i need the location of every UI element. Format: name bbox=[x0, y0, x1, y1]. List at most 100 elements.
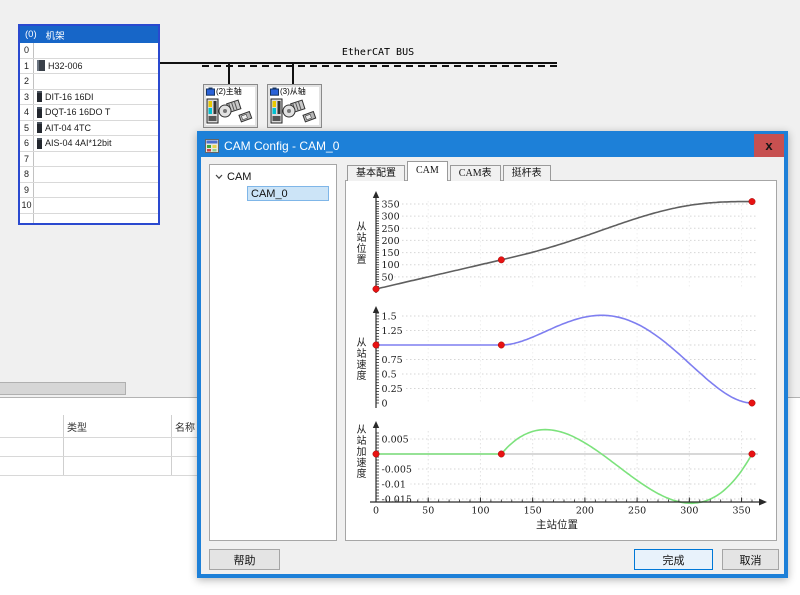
bus-line-dashes bbox=[202, 65, 557, 67]
rack-row-8[interactable]: 8 bbox=[20, 167, 158, 183]
rack-slot-content bbox=[34, 43, 158, 58]
bus-label: EtherCAT BUS bbox=[298, 47, 458, 58]
rack-slot-content bbox=[34, 198, 158, 213]
svg-text:1.25: 1.25 bbox=[382, 326, 403, 337]
svg-text:0.005: 0.005 bbox=[382, 435, 409, 446]
tab-tappet-table[interactable]: 挺杆表 bbox=[503, 165, 551, 181]
table-divider bbox=[171, 415, 172, 476]
svg-text:0.75: 0.75 bbox=[382, 355, 403, 366]
rack-row-9[interactable]: 9 bbox=[20, 183, 158, 199]
svg-text:100: 100 bbox=[382, 260, 400, 271]
rack-slot-content: H32-006 bbox=[34, 59, 158, 74]
finish-button[interactable]: 完成 bbox=[634, 549, 713, 570]
cam-table-icon bbox=[205, 139, 219, 153]
tab-cam-table[interactable]: CAM表 bbox=[450, 165, 501, 181]
rack-header[interactable]: (0) 机架 bbox=[20, 26, 158, 43]
svg-text:150: 150 bbox=[382, 248, 400, 259]
svg-text:200: 200 bbox=[382, 236, 400, 247]
rack-slot-content bbox=[34, 183, 158, 198]
close-button[interactable]: x bbox=[754, 134, 784, 157]
rack-slot-number: 6 bbox=[20, 136, 34, 151]
rack-row-5[interactable]: 5 AIT-04 4TC bbox=[20, 121, 158, 137]
device-label: (2)主轴 bbox=[216, 86, 242, 97]
svg-text:300: 300 bbox=[382, 212, 400, 223]
io-module-icon bbox=[37, 91, 42, 102]
tree-node-cam[interactable]: CAM bbox=[210, 168, 336, 185]
rack-slot-number: 0 bbox=[20, 43, 34, 58]
device-node-master-axis[interactable]: (2)主轴 bbox=[203, 84, 258, 128]
cam-chart-canvas[interactable]: 350300250200150100501.51.250.750.50.2500… bbox=[346, 181, 776, 540]
module-label: AIT-04 4TC bbox=[45, 123, 91, 133]
device-label: (3)从轴 bbox=[280, 86, 306, 97]
bus-drop-line bbox=[292, 63, 294, 85]
rack-slot-content bbox=[34, 74, 158, 89]
collapsed-toolbar[interactable] bbox=[0, 382, 126, 395]
tree-root-label: CAM bbox=[227, 171, 251, 183]
module-label: AIS-04 4AI*12bit bbox=[45, 138, 112, 148]
svg-text:-0.01: -0.01 bbox=[382, 480, 406, 491]
svg-text:1.5: 1.5 bbox=[382, 312, 397, 323]
io-module-icon bbox=[37, 122, 42, 133]
rack-slot-content bbox=[34, 214, 158, 224]
servo-drive-motor-icon bbox=[270, 97, 319, 125]
dialog-titlebar[interactable]: CAM Config - CAM_0 x bbox=[201, 135, 784, 157]
rack-slot-number: 10 bbox=[20, 198, 34, 213]
rack-slot-number: 8 bbox=[20, 167, 34, 182]
rack-row-6[interactable]: 6 AIS-04 4AI*12bit bbox=[20, 136, 158, 152]
rack-body: 01 H32-006 23DIT-16 16DI4 DQT-16 16DO T 5 AIT… bbox=[20, 43, 158, 223]
svg-text:50: 50 bbox=[382, 272, 394, 283]
table-divider bbox=[63, 415, 64, 476]
rack-title: 机架 bbox=[46, 28, 65, 42]
cancel-button[interactable]: 取消 bbox=[722, 549, 779, 570]
svg-text:250: 250 bbox=[628, 506, 646, 517]
cam-chart-panel: 350300250200150100501.51.250.750.50.2500… bbox=[345, 180, 777, 541]
rack-row-4[interactable]: 4 DQT-16 16DO T bbox=[20, 105, 158, 121]
rack-slot-content bbox=[34, 152, 158, 167]
dialog-body: CAM CAM_0 基本配置CAMCAM表挺杆表 350300250200150… bbox=[201, 157, 784, 574]
rack-row-1[interactable]: 1 H32-006 bbox=[20, 59, 158, 75]
tab-basic-config[interactable]: 基本配置 bbox=[347, 165, 405, 181]
rack-slot-number: 2 bbox=[20, 74, 34, 89]
module-label: DIT-16 16DI bbox=[45, 92, 94, 102]
rack-slot-content: DIT-16 16DI bbox=[34, 90, 158, 105]
rack-slot-id: (0) bbox=[25, 29, 37, 40]
help-button[interactable]: 帮助 bbox=[209, 549, 280, 570]
rack-row-2[interactable]: 2 bbox=[20, 74, 158, 90]
svg-text:0: 0 bbox=[373, 506, 379, 517]
rack-slot-number bbox=[20, 214, 34, 224]
io-module-icon bbox=[37, 138, 42, 149]
svg-text:200: 200 bbox=[576, 506, 594, 517]
svg-text:150: 150 bbox=[524, 506, 542, 517]
application-window: 类型 名称 (0) 机架 01H32-00623DIT-16 16DI4DQT-… bbox=[0, 0, 800, 595]
column-header-type[interactable]: 类型 bbox=[67, 419, 87, 434]
svg-text:250: 250 bbox=[382, 224, 400, 235]
bus-line bbox=[160, 62, 557, 64]
module-label: DQT-16 16DO T bbox=[45, 107, 110, 117]
svg-text:0.25: 0.25 bbox=[382, 384, 403, 395]
y-axis-label-position: 从站位置 bbox=[352, 221, 366, 265]
svg-text:300: 300 bbox=[680, 506, 698, 517]
rack-slot-number: 9 bbox=[20, 183, 34, 198]
rack-slot-number: 5 bbox=[20, 121, 34, 136]
cam-config-dialog: CAM Config - CAM_0 x CAM CAM_0 基本配置CAMCA… bbox=[197, 131, 788, 578]
rack-row-7[interactable]: 7 bbox=[20, 152, 158, 168]
rack-slot-number: 4 bbox=[20, 105, 34, 120]
rack-slot-content: AIT-04 4TC bbox=[34, 121, 158, 136]
rack-slot-number: 1 bbox=[20, 59, 34, 74]
rack-slot-number: 7 bbox=[20, 152, 34, 167]
rack-row-3[interactable]: 3DIT-16 16DI bbox=[20, 90, 158, 106]
y-axis-label-acceleration: 从站加速度 bbox=[352, 424, 366, 479]
rack-row-empty bbox=[20, 214, 158, 224]
tab-cam[interactable]: CAM bbox=[407, 161, 448, 181]
rack-row-0[interactable]: 0 bbox=[20, 43, 158, 59]
tree-node-cam0-selected[interactable]: CAM_0 bbox=[247, 186, 329, 201]
cpu-module-icon bbox=[37, 60, 45, 71]
module-label: H32-006 bbox=[48, 61, 83, 71]
rack-slot-content: DQT-16 16DO T bbox=[34, 105, 158, 120]
device-node-slave-axis[interactable]: (3)从轴 bbox=[267, 84, 322, 128]
rack-row-10[interactable]: 10 bbox=[20, 198, 158, 214]
svg-text:50: 50 bbox=[422, 506, 434, 517]
svg-text:0.5: 0.5 bbox=[382, 370, 397, 381]
column-header-name[interactable]: 名称 bbox=[175, 419, 195, 434]
svg-text:100: 100 bbox=[471, 506, 489, 517]
